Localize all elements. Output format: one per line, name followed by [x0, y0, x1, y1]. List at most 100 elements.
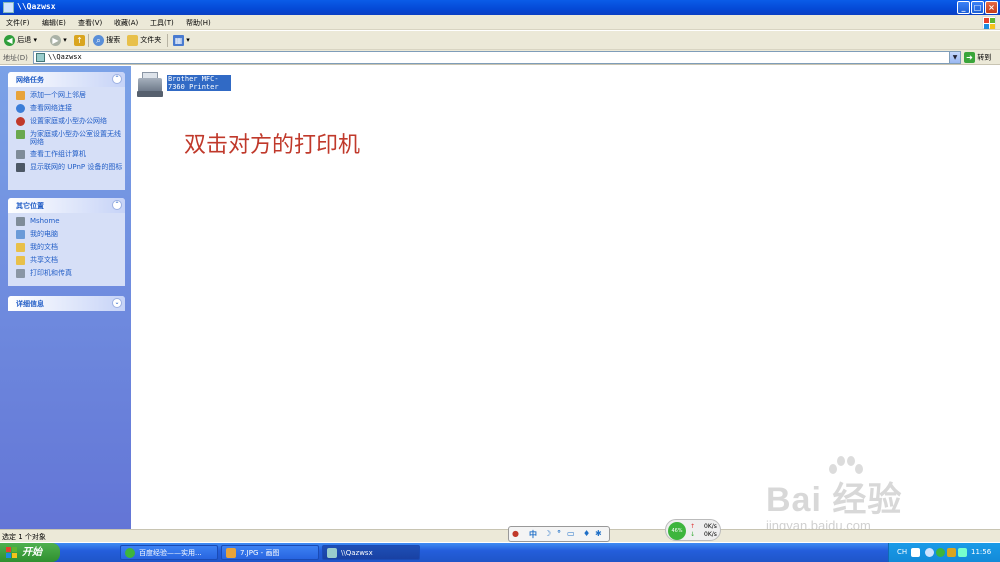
folders-button[interactable]: 文件夹 — [127, 34, 161, 47]
volume-icon[interactable] — [947, 548, 956, 557]
add-network-place-icon — [16, 91, 25, 100]
collapse-icon[interactable]: ⌃ — [112, 200, 122, 210]
printer-icon — [16, 269, 25, 278]
wireless-network-icon — [16, 130, 25, 139]
help-icon[interactable] — [911, 548, 920, 557]
windows-flag-icon — [6, 547, 17, 558]
add-network-place-link[interactable]: 添加一个网上邻居 — [8, 91, 125, 100]
clock[interactable]: 11:56 — [971, 548, 991, 556]
taskbar-item-paint[interactable]: 7.JPG - 画图 — [221, 545, 319, 560]
network-tasks-header[interactable]: 网络任务 ⌃ — [8, 72, 125, 87]
address-input[interactable]: \\Qazwsx ▼ — [33, 51, 961, 64]
back-button[interactable]: ◀ 后退 ▾ — [4, 34, 37, 47]
printer-icon[interactable] — [136, 70, 164, 98]
menu-favorites[interactable]: 收藏(A) — [114, 18, 138, 28]
taskbar-item-browser[interactable]: 百度经验——实用... — [120, 545, 218, 560]
ime-logo-icon: ● — [512, 529, 519, 538]
up-folder-button[interactable]: ↑ — [74, 34, 85, 47]
microphone-icon[interactable]: ♦ — [583, 529, 590, 538]
search-label: 搜索 — [106, 36, 121, 44]
forward-arrow-icon: ▶ — [50, 34, 61, 46]
menu-bar: 文件(F) 编辑(E) 查看(V) 收藏(A) 工具(T) 帮助(H) — [0, 15, 1000, 30]
views-button[interactable]: ▦ ▾ — [173, 34, 190, 47]
workgroup-icon — [16, 217, 25, 226]
keyboard-icon[interactable]: ▭ — [567, 529, 575, 538]
back-label: 后退 — [17, 36, 32, 44]
paint-icon — [226, 548, 236, 558]
panel-title: 网络任务 — [16, 76, 44, 84]
toolbar: ◀ 后退 ▾ ▶ ▾ ↑ ⌕ 搜索 文件夹 ▦ ▾ — [0, 31, 1000, 50]
status-bar: 选定 1 个对象 — [0, 529, 1000, 542]
tray-app-icon[interactable] — [958, 548, 967, 557]
file-view: Brother MFC-7360 Printer 双击对方的打印机 — [131, 66, 1000, 529]
my-documents-link[interactable]: 我的文档 — [8, 243, 125, 252]
watermark-brand: Bai 经验 — [766, 481, 903, 519]
shared-documents-link[interactable]: 共享文档 — [8, 256, 125, 265]
network-usage-gauge: 46% — [668, 522, 686, 540]
search-icon: ⌕ — [93, 34, 104, 46]
address-bar: 地址(D) \\Qazwsx ▼ ➜ 转到 — [0, 50, 1000, 65]
network-tasks-panel: 网络任务 ⌃ 添加一个网上邻居 查看网络连接 设置家庭或小型办公网络 为家庭或小… — [8, 72, 125, 190]
title-bar: \\Qazwsx _ □ × — [0, 0, 1000, 15]
close-button[interactable]: × — [985, 1, 998, 14]
taskbar: 开始 百度经验——实用... 7.JPG - 画图 \\Qazwsx CH 11… — [0, 543, 1000, 562]
item-label: 共享文档 — [30, 256, 58, 264]
punctuation-icon[interactable]: ☽ — [544, 529, 551, 538]
network-monitor[interactable]: 46% ↑ ↓ 0K/s 0K/s — [665, 519, 721, 541]
menu-help[interactable]: 帮助(H) — [186, 18, 211, 28]
item-label: 查看网络连接 — [30, 104, 72, 112]
folder-icon — [127, 34, 138, 46]
network-status-icon[interactable] — [925, 548, 934, 557]
menu-tools[interactable]: 工具(T) — [150, 18, 174, 28]
network-folder-icon — [327, 548, 337, 558]
status-text: 选定 1 个对象 — [2, 533, 46, 541]
task-label: \\Qazwsx — [341, 549, 373, 557]
menu-file[interactable]: 文件(F) — [6, 18, 30, 28]
go-button[interactable]: ➜ 转到 — [964, 52, 991, 63]
address-value: \\Qazwsx — [48, 53, 82, 61]
task-label: 百度经验——实用... — [139, 549, 202, 557]
setup-wireless-network-link[interactable]: 为家庭或小型办公室设置无线网络 — [8, 130, 125, 146]
menu-view[interactable]: 查看(V) — [78, 18, 102, 28]
language-indicator[interactable]: CH — [897, 548, 907, 556]
view-workgroup-computers-link[interactable]: 查看工作组计算机 — [8, 150, 125, 159]
window-title: \\Qazwsx — [17, 2, 56, 11]
printer-label[interactable]: Brother MFC-7360 Printer — [167, 75, 231, 91]
ime-mode[interactable]: 中 — [529, 529, 537, 540]
setup-home-network-link[interactable]: 设置家庭或小型办公网络 — [8, 117, 125, 126]
my-computer-link[interactable]: 我的电脑 — [8, 230, 125, 239]
collapse-icon[interactable]: ⌃ — [112, 74, 122, 84]
printers-and-faxes-link[interactable]: 打印机和传真 — [8, 269, 125, 278]
item-label: 查看工作组计算机 — [30, 150, 86, 158]
details-header[interactable]: 详细信息 ⌄ — [8, 296, 125, 311]
chevron-down-icon: ▾ — [63, 36, 67, 44]
go-arrow-icon: ➜ — [964, 52, 975, 63]
item-label: 显示联网的 UPnP 设备的图标 — [30, 163, 123, 171]
toolbar-divider — [88, 34, 89, 47]
chevron-down-icon: ▾ — [186, 36, 190, 44]
views-icon: ▦ — [173, 34, 184, 46]
home-network-icon — [16, 117, 25, 126]
maximize-button[interactable]: □ — [971, 1, 984, 14]
item-label: 我的文档 — [30, 243, 58, 251]
menu-edit[interactable]: 编辑(E) — [42, 18, 66, 28]
other-places-header[interactable]: 其它位置 ⌃ — [8, 198, 125, 213]
network-folder-icon — [36, 53, 45, 62]
gear-icon[interactable]: ✱ — [595, 529, 602, 538]
minimize-button[interactable]: _ — [957, 1, 970, 14]
ime-toolbar[interactable]: ● 中 ☽ ° ▭ ♦ ✱ — [508, 526, 610, 542]
toolbar-divider — [167, 34, 168, 47]
taskbar-item-explorer[interactable]: \\Qazwsx — [322, 545, 420, 560]
security-icon[interactable] — [936, 548, 945, 557]
view-network-connections-link[interactable]: 查看网络连接 — [8, 104, 125, 113]
search-button[interactable]: ⌕ 搜索 — [93, 34, 120, 47]
other-places-panel: 其它位置 ⌃ Mshome 我的电脑 我的文档 共享文档 打印机和传真 — [8, 198, 125, 286]
my-documents-icon — [16, 243, 25, 252]
fullwidth-icon[interactable]: ° — [557, 529, 561, 538]
mshome-link[interactable]: Mshome — [8, 217, 125, 226]
expand-icon[interactable]: ⌄ — [112, 298, 122, 308]
show-upnp-icons-link[interactable]: 显示联网的 UPnP 设备的图标 — [8, 163, 125, 172]
forward-button[interactable]: ▶ ▾ — [50, 34, 67, 47]
address-dropdown-button[interactable]: ▼ — [949, 52, 960, 63]
start-button[interactable]: 开始 — [0, 543, 60, 562]
